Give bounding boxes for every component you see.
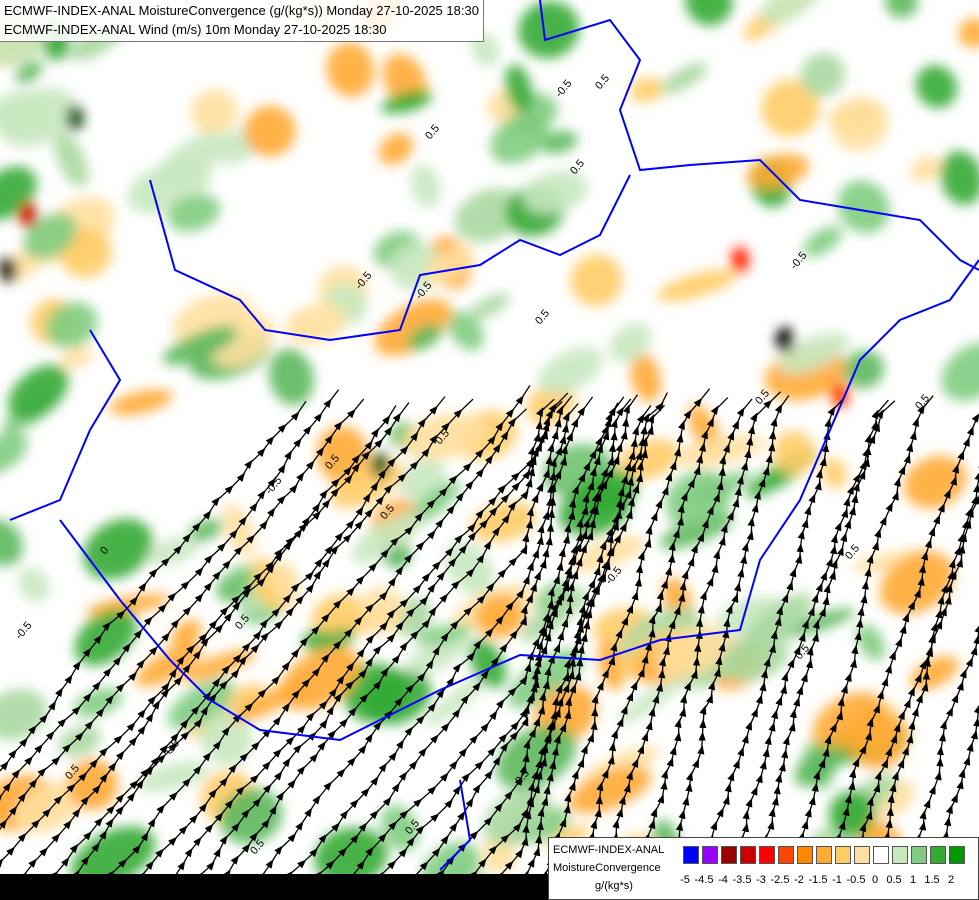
legend-swatch bbox=[892, 846, 908, 864]
legend-label: -3 bbox=[756, 874, 766, 886]
legend-label: -3.5 bbox=[732, 874, 752, 886]
legend-swatch bbox=[854, 846, 870, 864]
legend-label: -5 bbox=[680, 874, 690, 886]
convergence-core bbox=[776, 327, 794, 353]
legend-swatch bbox=[759, 846, 775, 864]
legend-label: -4 bbox=[718, 874, 728, 886]
moisture-convergence-map: -0.50.50.5-0.50.5-0.50.50.50.5-0.50.50-0… bbox=[0, 0, 979, 900]
convergence-core bbox=[371, 452, 389, 478]
title-wind: ECMWF-INDEX-ANAL Wind (m/s) 10m Monday 2… bbox=[4, 22, 387, 37]
legend-swatch bbox=[930, 846, 946, 864]
legend-swatch bbox=[702, 846, 718, 864]
convergence-core bbox=[19, 202, 37, 228]
legend-label: 1 bbox=[909, 874, 917, 886]
legend-swatch bbox=[949, 846, 965, 864]
legend-swatch bbox=[721, 846, 737, 864]
legend-swatch bbox=[778, 846, 794, 864]
convergence-core bbox=[731, 247, 749, 273]
legend-label: -0.5 bbox=[846, 874, 866, 886]
legend-swatch bbox=[911, 846, 927, 864]
legend-swatch bbox=[797, 846, 813, 864]
legend-label: -2.5 bbox=[770, 874, 790, 886]
legend-label: -2 bbox=[794, 874, 804, 886]
legend-label: -1.5 bbox=[808, 874, 828, 886]
legend-label: 1.5 bbox=[924, 874, 940, 886]
legend-model: ECMWF-INDEX-ANAL bbox=[553, 844, 665, 856]
legend-label: 2 bbox=[947, 874, 955, 886]
legend-swatch bbox=[683, 846, 699, 864]
legend-variable: MoistureConvergence bbox=[553, 862, 661, 874]
convergence-core bbox=[831, 382, 849, 408]
legend-swatch bbox=[816, 846, 832, 864]
legend-unit: g/(kg*s) bbox=[595, 880, 633, 892]
legend-label: -1 bbox=[832, 874, 842, 886]
convergence-core bbox=[66, 105, 84, 131]
legend-label: 0.5 bbox=[886, 874, 902, 886]
color-legend: ECMWF-INDEX-ANAL MoistureConvergence g/(… bbox=[548, 837, 979, 900]
legend-swatch bbox=[873, 846, 889, 864]
legend-label: -4.5 bbox=[694, 874, 714, 886]
legend-swatch bbox=[835, 846, 851, 864]
title-moisture-convergence: ECMWF-INDEX-ANAL MoistureConvergence (g/… bbox=[4, 3, 479, 18]
legend-swatch bbox=[740, 846, 756, 864]
legend-label: 0 bbox=[871, 874, 879, 886]
map-title: ECMWF-INDEX-ANAL MoistureConvergence (g/… bbox=[0, 0, 484, 42]
